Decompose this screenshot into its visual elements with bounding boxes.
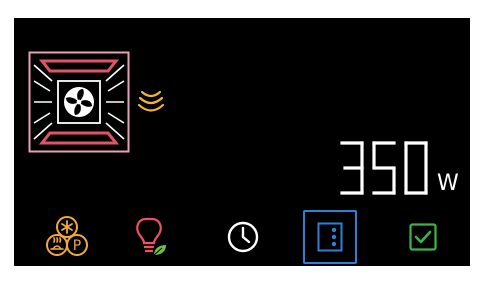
digit-5 <box>372 141 396 195</box>
power-digits <box>339 140 435 196</box>
confirm-button[interactable] <box>396 210 450 264</box>
oven-fan-heating-icon <box>28 51 130 153</box>
tray-position-button[interactable] <box>303 210 357 264</box>
timer-button[interactable] <box>216 210 270 264</box>
digit-0 <box>404 141 428 195</box>
power-level-display: W <box>339 140 459 196</box>
svg-text:P: P <box>73 238 81 254</box>
digit-3 <box>340 141 364 195</box>
tray-position-icon <box>317 222 343 252</box>
cooking-modes-button[interactable]: P <box>40 210 94 264</box>
tray-button-frame <box>303 210 357 264</box>
clock-icon <box>227 221 259 253</box>
cooking-modes-icon: P <box>46 216 88 256</box>
eco-light-button[interactable] <box>125 210 179 264</box>
microwave-waves-icon <box>137 90 165 112</box>
checkbox-confirm-icon <box>409 223 437 251</box>
eco-light-bulb-icon <box>136 217 166 256</box>
power-unit-label: W <box>437 171 459 196</box>
